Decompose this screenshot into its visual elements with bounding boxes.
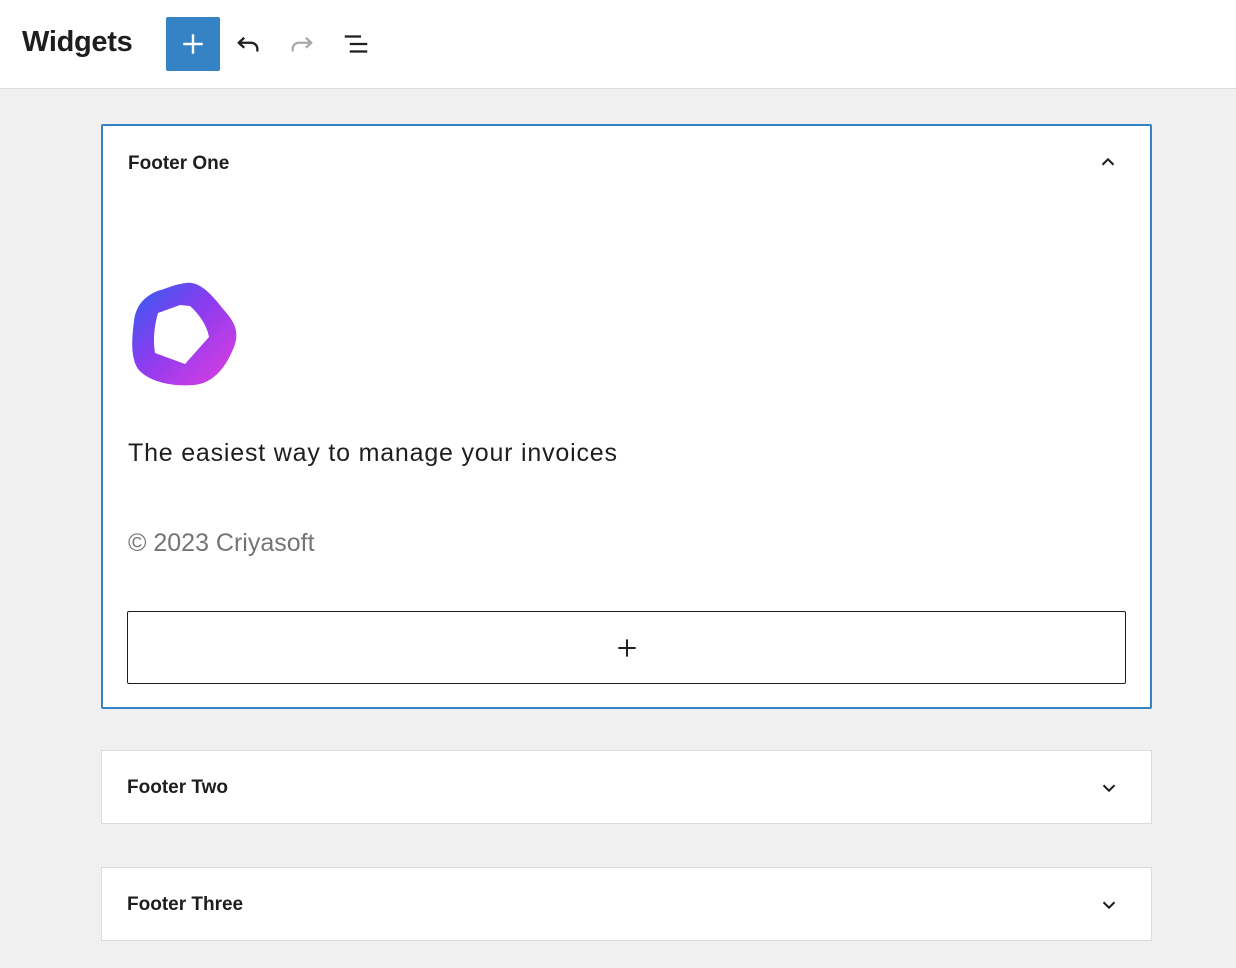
widget-area-title: Footer Three <box>127 894 244 915</box>
widget-area-title: Footer One <box>128 153 230 174</box>
editor-header: Widgets <box>0 0 1236 89</box>
page-title: Widgets <box>22 26 133 58</box>
chevron-down-icon[interactable] <box>1097 776 1121 800</box>
redo-button[interactable] <box>280 22 324 66</box>
plus-icon <box>183 34 203 54</box>
undo-button[interactable] <box>226 22 270 66</box>
widget-area-footer-one[interactable]: Footer One The easiest way to manage you… <box>101 124 1152 709</box>
widget-area-footer-two[interactable]: Footer Two <box>101 750 1152 824</box>
undo-icon <box>237 36 259 52</box>
redo-icon <box>291 36 313 52</box>
chevron-up-icon[interactable] <box>1096 150 1120 174</box>
plus-icon <box>617 638 636 657</box>
chevron-down-icon[interactable] <box>1097 893 1121 917</box>
list-view-button[interactable] <box>334 22 378 66</box>
add-block-appender-button[interactable] <box>127 611 1126 684</box>
copyright-text[interactable]: © 2023 Criyasoft <box>128 529 315 558</box>
site-logo[interactable] <box>128 277 240 389</box>
site-tagline[interactable]: The easiest way to manage your invoices <box>128 439 618 468</box>
widget-area-footer-three[interactable]: Footer Three <box>101 867 1152 941</box>
list-view-icon <box>344 35 368 53</box>
logo-ring-icon <box>132 282 237 386</box>
add-block-button[interactable] <box>166 17 220 71</box>
widget-area-title: Footer Two <box>127 777 228 798</box>
